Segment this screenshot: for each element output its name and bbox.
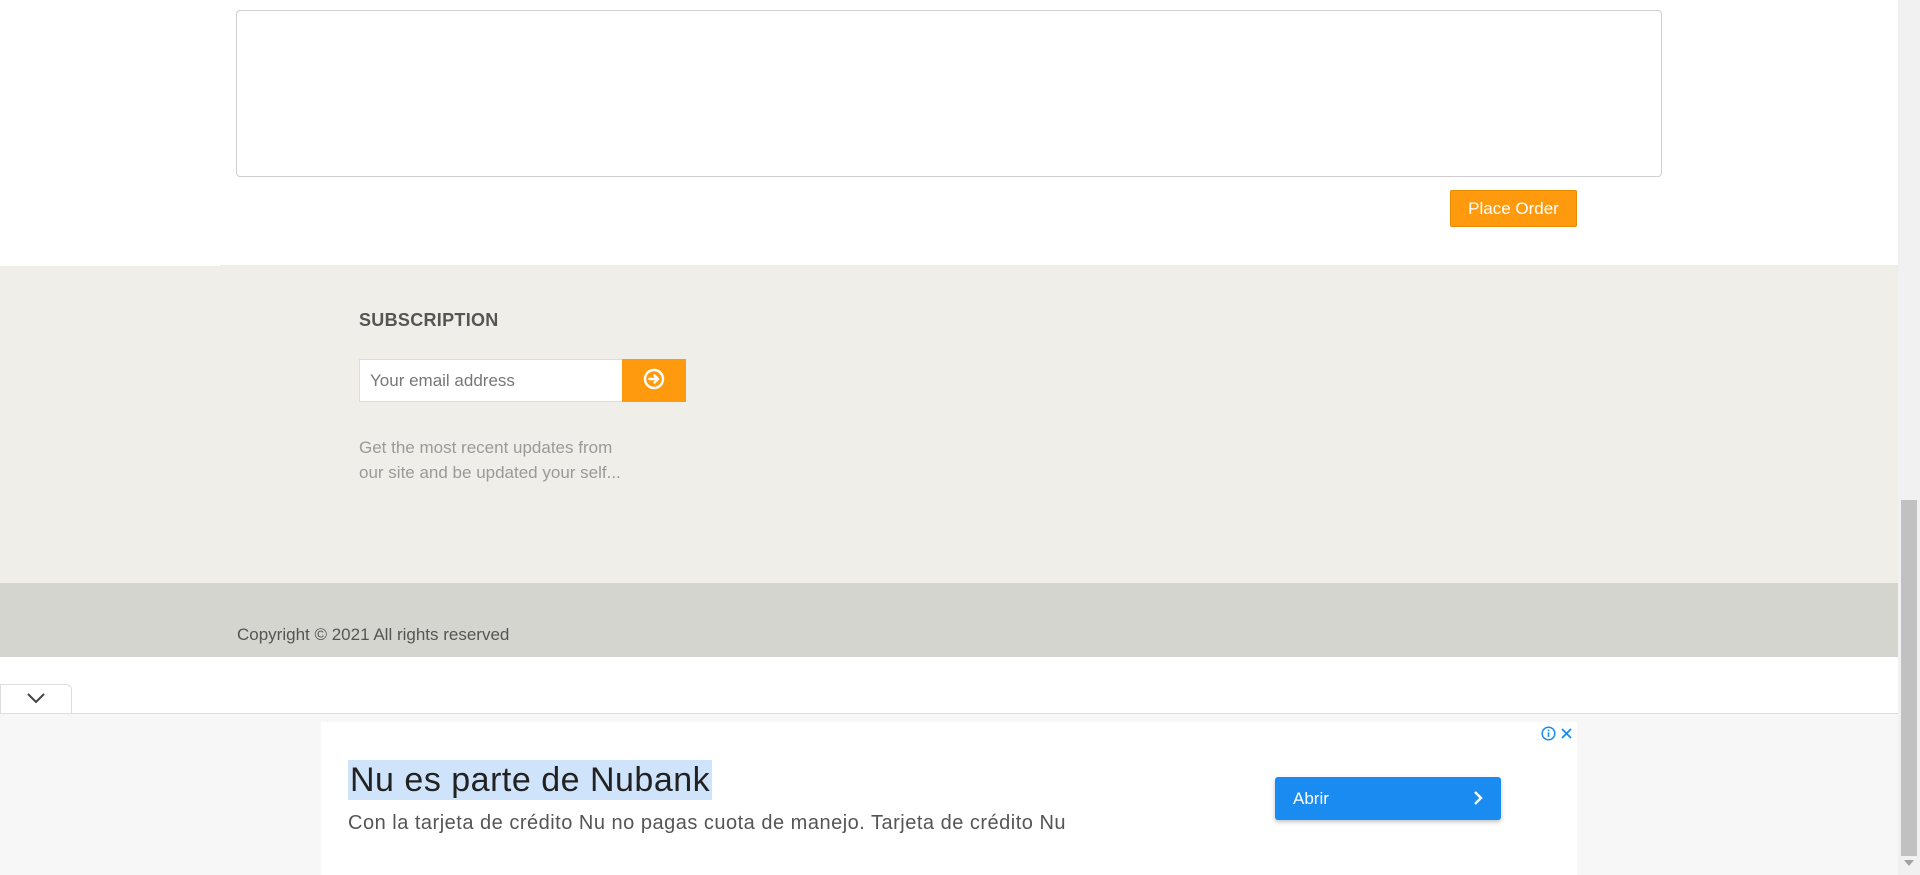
scrollbar-thumb[interactable] <box>1901 500 1917 856</box>
place-order-button[interactable]: Place Order <box>1450 190 1577 227</box>
order-section: Place Order <box>0 0 1898 265</box>
subscription-title: SUBSCRIPTION <box>359 310 499 330</box>
subscription-description: Get the most recent updates from our sit… <box>359 435 639 485</box>
ad-open-label: Abrir <box>1293 788 1329 808</box>
ad-banner[interactable]: Nu es parte de Nubank Con la tarjeta de … <box>321 722 1577 875</box>
section-divider <box>0 265 220 266</box>
subscription-section: SUBSCRIPTION Get the most recent updates… <box>0 265 1898 583</box>
scroll-down-arrow-icon[interactable] <box>1904 853 1914 871</box>
copyright-bar: Copyright © 2021 All rights reserved <box>0 583 1898 657</box>
close-icon[interactable] <box>1559 726 1574 746</box>
info-icon[interactable] <box>1541 726 1556 746</box>
ad-area: Nu es parte de Nubank Con la tarjeta de … <box>0 714 1898 875</box>
ad-description: Con la tarjeta de crédito Nu no pagas cu… <box>348 812 1067 834</box>
ad-open-button[interactable]: Abrir <box>1275 777 1501 820</box>
order-notes-textarea[interactable] <box>236 10 1662 177</box>
copyright-text: Copyright © 2021 All rights reserved <box>237 625 510 644</box>
chevron-down-icon <box>26 691 46 709</box>
page-content: Place Order SUBSCRIPTION Get the most re… <box>0 0 1898 875</box>
email-input[interactable] <box>359 359 623 402</box>
chevron-right-icon <box>1473 790 1483 811</box>
ad-title[interactable]: Nu es parte de Nubank <box>348 760 713 800</box>
subscription-description-line: Get the most recent updates from <box>359 438 613 457</box>
arrow-circle-right-icon <box>643 368 665 393</box>
subscription-description-line: our site and be updated your self... <box>359 463 621 482</box>
subscribe-button[interactable] <box>622 359 686 402</box>
page-scrollbar[interactable] <box>1898 0 1920 875</box>
collapse-ad-button[interactable] <box>0 684 72 714</box>
